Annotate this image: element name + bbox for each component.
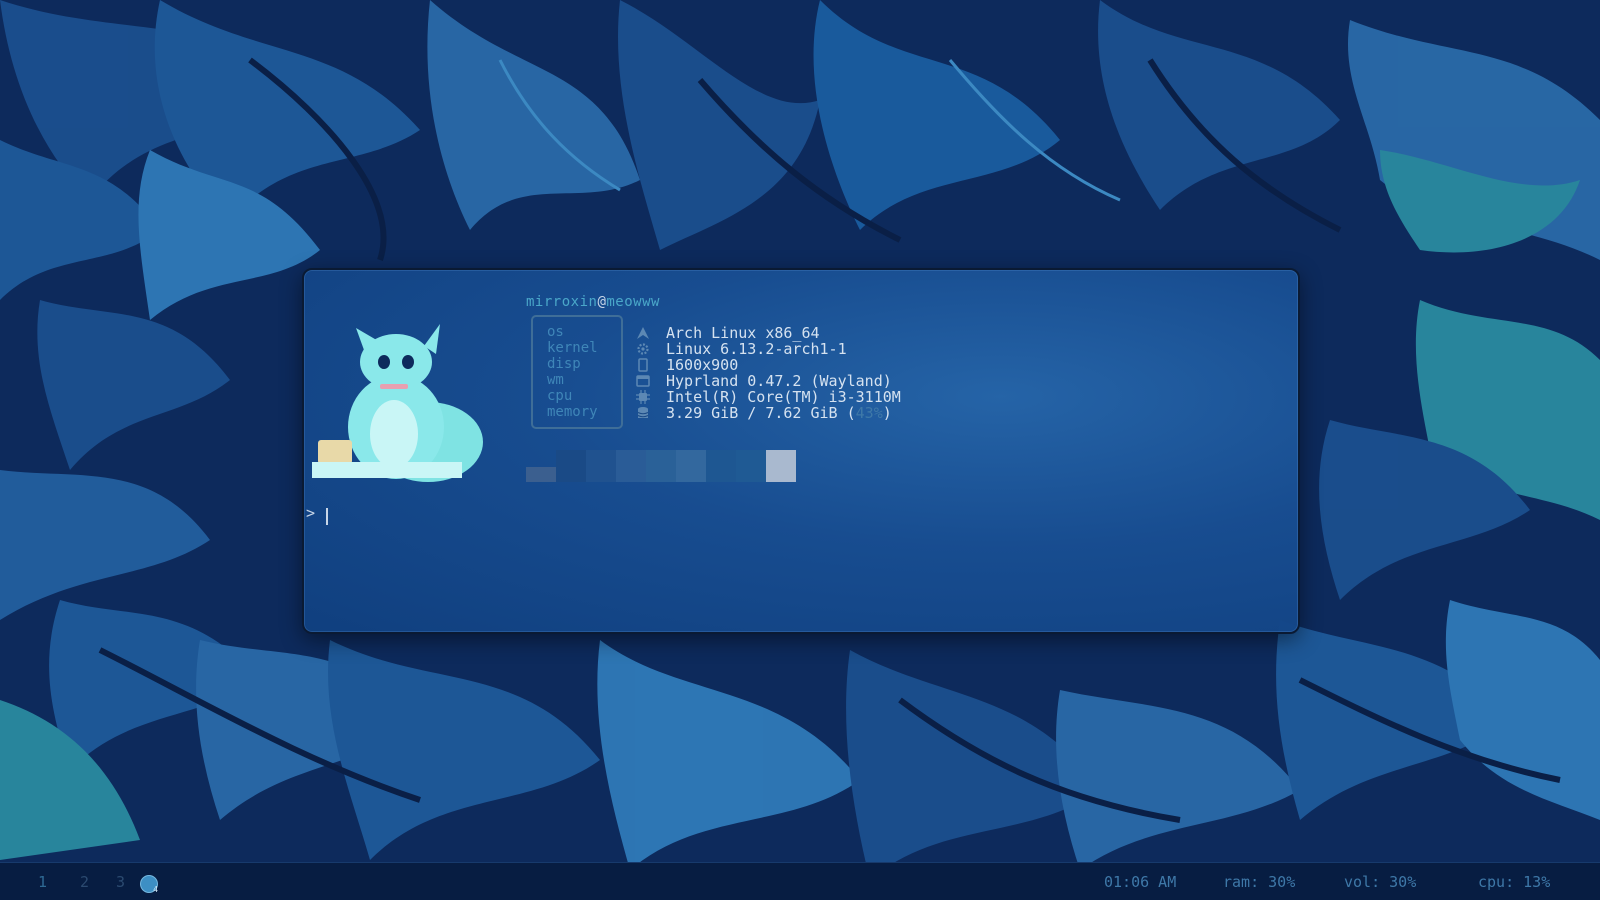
- value-memory: 3.29 GiB / 7.62 GiB (43%): [666, 405, 892, 421]
- database-icon: [636, 406, 650, 420]
- palette-swatch: [586, 450, 616, 482]
- shell-prompt: >: [306, 504, 316, 522]
- terminal-window[interactable]: mirroxin@meowww os kernel disp wm cpu me…: [302, 268, 1300, 634]
- workspace-1-button[interactable]: 1: [38, 873, 47, 891]
- value-wm: Hyprland 0.47.2 (Wayland): [666, 372, 892, 390]
- user-host-line: mirroxin@meowww: [526, 294, 660, 310]
- value-os: Arch Linux x86_64: [666, 324, 820, 342]
- active-workspace-indicator[interactable]: 4: [140, 875, 158, 894]
- cat-logo-image: [312, 324, 483, 482]
- username: mirroxin: [526, 294, 598, 310]
- memory-usage-text: 3.29 GiB / 7.62 GiB (: [666, 404, 856, 422]
- arch-logo-icon: [636, 326, 650, 340]
- palette-swatch: [616, 450, 646, 482]
- palette-swatch: [766, 450, 796, 482]
- workspace-2-button[interactable]: 2: [80, 873, 89, 891]
- value-cpu: Intel(R) Core(TM) i3-3110M: [666, 388, 901, 406]
- label-memory: memory: [547, 404, 598, 420]
- palette-swatch: [646, 450, 676, 482]
- status-bar: 1 2 3 4 01:06 AM ram: 30% vol: 30% cpu: …: [0, 862, 1600, 900]
- window-icon: [636, 374, 650, 388]
- clock[interactable]: 01:06 AM: [1104, 873, 1176, 891]
- label-kernel: kernel: [547, 340, 598, 356]
- info-labels-box: os kernel disp wm cpu memory: [531, 315, 623, 429]
- cpu-chip-icon: [636, 390, 650, 404]
- value-disp: 1600x900: [666, 356, 739, 374]
- value-kernel: Linux 6.13.2-arch1-1: [666, 340, 847, 358]
- label-os: os: [547, 324, 564, 340]
- volume-level[interactable]: vol: 30%: [1344, 873, 1416, 891]
- palette-swatch: [706, 450, 736, 482]
- label-disp: disp: [547, 356, 581, 372]
- ram-usage[interactable]: ram: 30%: [1223, 873, 1295, 891]
- workspace-3-button[interactable]: 3: [116, 873, 125, 891]
- gear-icon: [636, 342, 650, 356]
- palette-swatch: [676, 450, 706, 482]
- memory-close-paren: ): [882, 404, 892, 422]
- memory-percent: 43%: [855, 404, 883, 422]
- hostname: meowww: [606, 294, 660, 310]
- text-cursor[interactable]: [326, 508, 328, 525]
- label-wm: wm: [547, 372, 564, 388]
- monitor-icon: [636, 358, 650, 372]
- label-cpu: cpu: [547, 388, 573, 404]
- palette-swatch: [736, 450, 766, 482]
- cpu-usage[interactable]: cpu: 13%: [1478, 873, 1550, 891]
- palette-swatch: [556, 450, 586, 482]
- desktop: mirroxin@meowww os kernel disp wm cpu me…: [0, 0, 1600, 900]
- palette-swatch: [526, 467, 556, 482]
- active-workspace-count: 4: [153, 885, 158, 894]
